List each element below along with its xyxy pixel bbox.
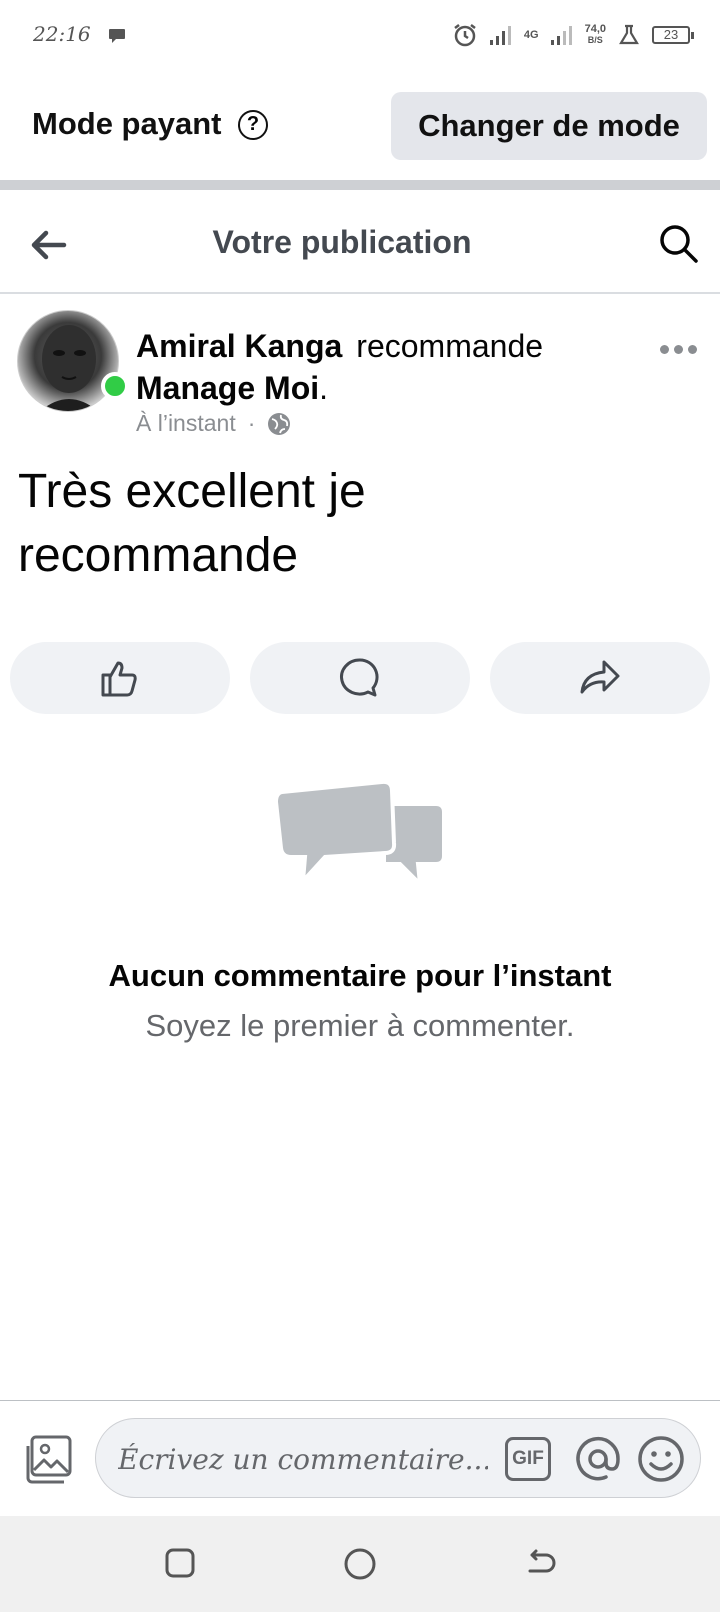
post-text: Très excellent je recommande xyxy=(18,465,366,582)
speed-unit: B/S xyxy=(587,35,603,45)
network-speed: 74,0 B/S xyxy=(585,24,606,46)
status-icons: 4G 74,0 B/S 23 xyxy=(452,20,694,50)
share-button[interactable] xyxy=(490,642,710,714)
page-suffix: . xyxy=(319,370,329,406)
globe-icon xyxy=(268,412,291,435)
avatar-portrait xyxy=(40,325,98,411)
signal-icon xyxy=(489,26,511,45)
lab-flask-icon xyxy=(619,24,639,45)
help-icon[interactable]: ? xyxy=(238,110,268,140)
post-meta: À l’instant · xyxy=(136,410,291,437)
post-action-text: recommande xyxy=(356,328,544,364)
no-comments-illustration xyxy=(273,779,446,890)
home-icon[interactable] xyxy=(343,1547,377,1581)
mode-label: Mode payant xyxy=(32,106,222,141)
avatar[interactable] xyxy=(17,310,119,412)
comment-input[interactable] xyxy=(116,1431,490,1487)
meta-separator: · xyxy=(247,410,256,436)
no-comments-subtitle: Soyez le premier à commenter. xyxy=(145,1008,575,1043)
comment-button[interactable] xyxy=(250,642,470,714)
post-time[interactable]: À l’instant xyxy=(136,410,236,437)
recommended-page-line: Manage Moi. xyxy=(136,367,328,409)
recommended-page-name[interactable]: Manage Moi xyxy=(136,370,319,406)
search-icon[interactable] xyxy=(658,223,700,265)
online-status-dot xyxy=(101,372,129,400)
message-notification-icon xyxy=(109,29,125,43)
system-back-icon[interactable] xyxy=(524,1547,558,1581)
gif-button[interactable]: GIF xyxy=(505,1437,551,1481)
mode-divider xyxy=(0,180,720,190)
change-mode-button[interactable]: Changer de mode xyxy=(391,92,707,160)
recent-apps-icon[interactable] xyxy=(165,1548,195,1578)
no-comments-title: Aucun commentaire pour l’instant xyxy=(108,958,612,993)
post-header-line: Amiral Kanga recommande xyxy=(136,325,636,367)
author-name[interactable]: Amiral Kanga xyxy=(136,328,342,364)
photo-icon[interactable] xyxy=(22,1434,74,1486)
emoji-icon[interactable] xyxy=(636,1434,686,1484)
more-options-icon[interactable] xyxy=(660,342,700,356)
mention-icon[interactable] xyxy=(573,1434,623,1484)
speed-value: 74,0 xyxy=(584,23,606,35)
alarm-icon xyxy=(454,24,476,47)
share-icon xyxy=(580,660,620,694)
like-button[interactable] xyxy=(10,642,230,714)
like-icon xyxy=(101,661,137,697)
network-type: 4G xyxy=(523,28,539,41)
header-divider xyxy=(0,292,720,294)
page-title: Votre publication xyxy=(212,224,472,260)
battery-indicator: 23 xyxy=(652,26,694,44)
comment-icon xyxy=(340,658,379,697)
status-time: 22:16 xyxy=(33,22,91,46)
signal-2-icon xyxy=(550,26,572,45)
composer-divider xyxy=(0,1400,720,1401)
